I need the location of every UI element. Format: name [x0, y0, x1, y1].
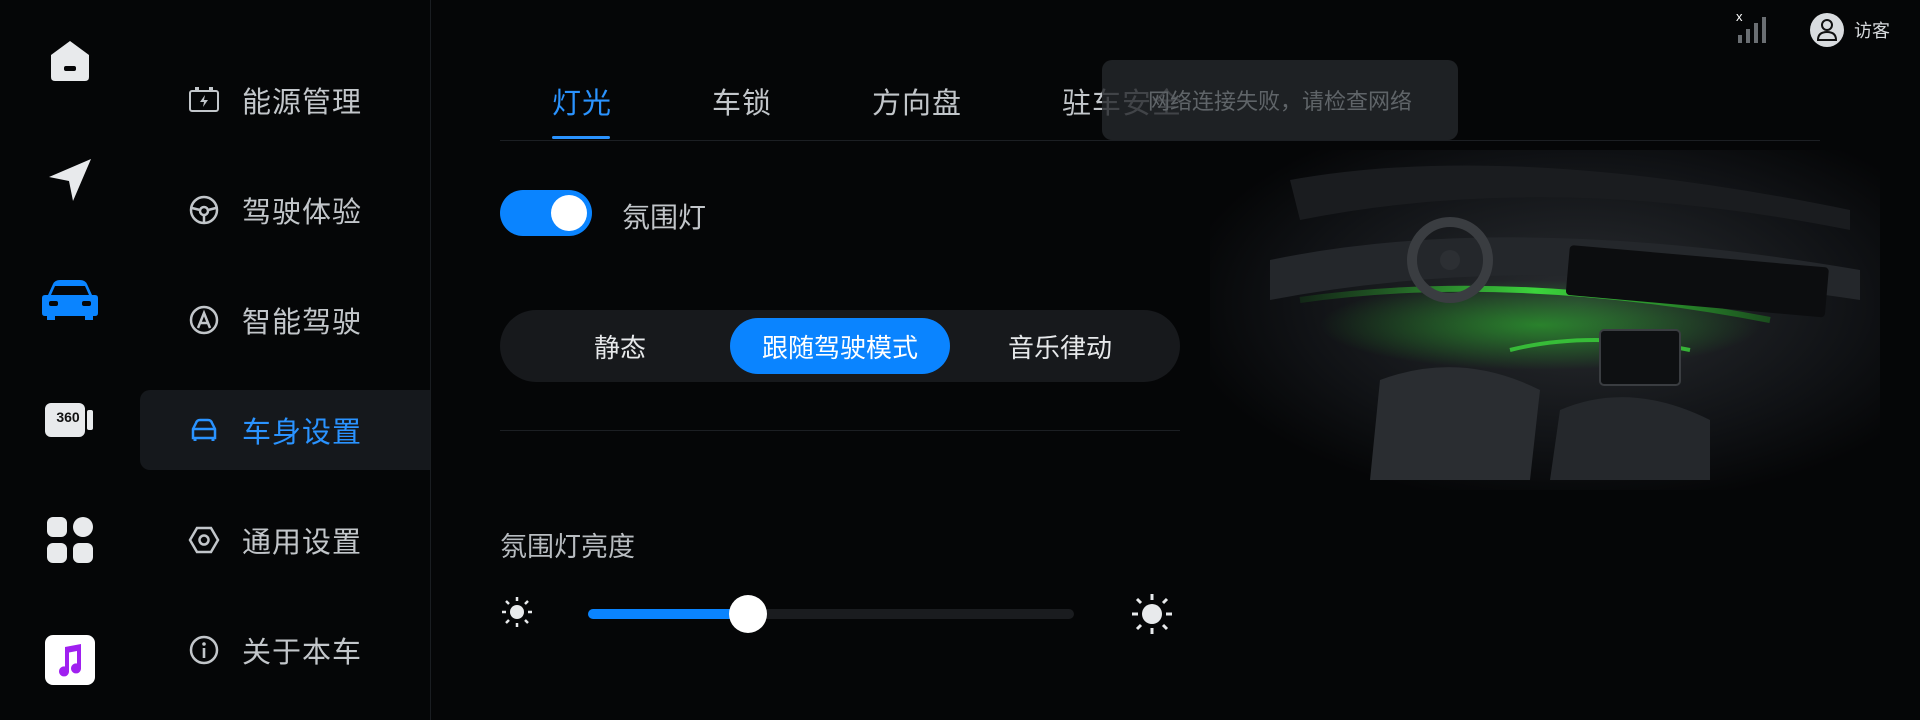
menu-item-label: 智能驾驶: [242, 305, 363, 339]
steering-wheel-icon: [188, 194, 220, 226]
navigation-button[interactable]: [40, 150, 100, 210]
autopilot-icon: [188, 304, 220, 336]
menu-item-body-settings[interactable]: 车身设置: [140, 390, 430, 470]
avatar-icon: [1810, 13, 1844, 47]
ambient-light-preview-image: [1210, 150, 1880, 490]
ambient-light-toggle[interactable]: [500, 190, 592, 236]
mode-static[interactable]: 静态: [520, 318, 720, 374]
camera-360-button[interactable]: 360: [40, 390, 100, 450]
menu-item-label: 关于本车: [242, 635, 363, 669]
toggle-knob: [551, 195, 587, 231]
apps-icon: [47, 517, 93, 563]
car-icon: [42, 280, 98, 320]
toast-message: 网络连接失败，请检查网络: [1147, 90, 1412, 115]
menu-item-general[interactable]: 通用设置: [140, 500, 430, 580]
menu-item-label: 通用设置: [242, 525, 363, 559]
menu-item-energy[interactable]: 能源管理: [140, 60, 430, 140]
tab-active-indicator: [552, 136, 610, 139]
menu-item-label: 车身设置: [242, 415, 363, 449]
home-icon: [51, 41, 89, 81]
settings-menu: 能源管理 驾驶体验 智能驾驶 车身设置 通用设置 关于本车: [140, 0, 431, 720]
brightness-label: 氛围灯亮度: [500, 532, 635, 563]
menu-item-driving[interactable]: 驾驶体验: [140, 170, 430, 250]
brightness-low-icon: [502, 597, 532, 627]
car-body-icon: [188, 414, 220, 446]
menu-item-smart-drive[interactable]: 智能驾驶: [140, 280, 430, 360]
navigation-icon: [49, 159, 91, 201]
battery-icon: [188, 84, 220, 116]
section-divider: [500, 430, 1180, 431]
brightness-slider-thumb[interactable]: [729, 595, 768, 633]
user-button[interactable]: 访客: [1810, 13, 1890, 47]
tab-locks[interactable]: 车锁: [712, 80, 772, 122]
app-rail: 360: [0, 0, 140, 720]
light-mode-selector: 静态 跟随驾驶模式 音乐律动: [500, 310, 1180, 382]
brightness-high-icon: [1132, 594, 1172, 634]
music-button[interactable]: [40, 630, 100, 690]
user-name: 访客: [1854, 21, 1890, 42]
apps-button[interactable]: [40, 510, 100, 570]
tab-steering-wheel[interactable]: 方向盘: [872, 80, 962, 122]
music-icon: [45, 635, 95, 685]
info-icon: [188, 634, 220, 666]
ambient-light-label: 氛围灯: [622, 201, 707, 234]
mode-music-rhythm[interactable]: 音乐律动: [960, 318, 1160, 374]
camera-360-text: 360: [56, 409, 80, 425]
network-error-toast: 网络连接失败，请检查网络: [1102, 60, 1458, 140]
menu-item-about[interactable]: 关于本车: [140, 610, 430, 690]
tab-lights[interactable]: 灯光: [552, 80, 612, 122]
status-bar: x 访客: [1736, 9, 1890, 50]
menu-item-label: 能源管理: [242, 85, 363, 119]
signal-icon: [1738, 17, 1766, 43]
brightness-slider[interactable]: [588, 595, 1074, 633]
home-button[interactable]: [40, 30, 100, 90]
signal-indicator: x: [1736, 9, 1770, 45]
menu-item-label: 驾驶体验: [242, 195, 363, 229]
settings-hex-icon: [188, 524, 220, 556]
mode-follow-drive[interactable]: 跟随驾驶模式: [730, 318, 950, 374]
vehicle-button[interactable]: [40, 270, 100, 330]
brightness-slider-fill: [588, 609, 749, 619]
